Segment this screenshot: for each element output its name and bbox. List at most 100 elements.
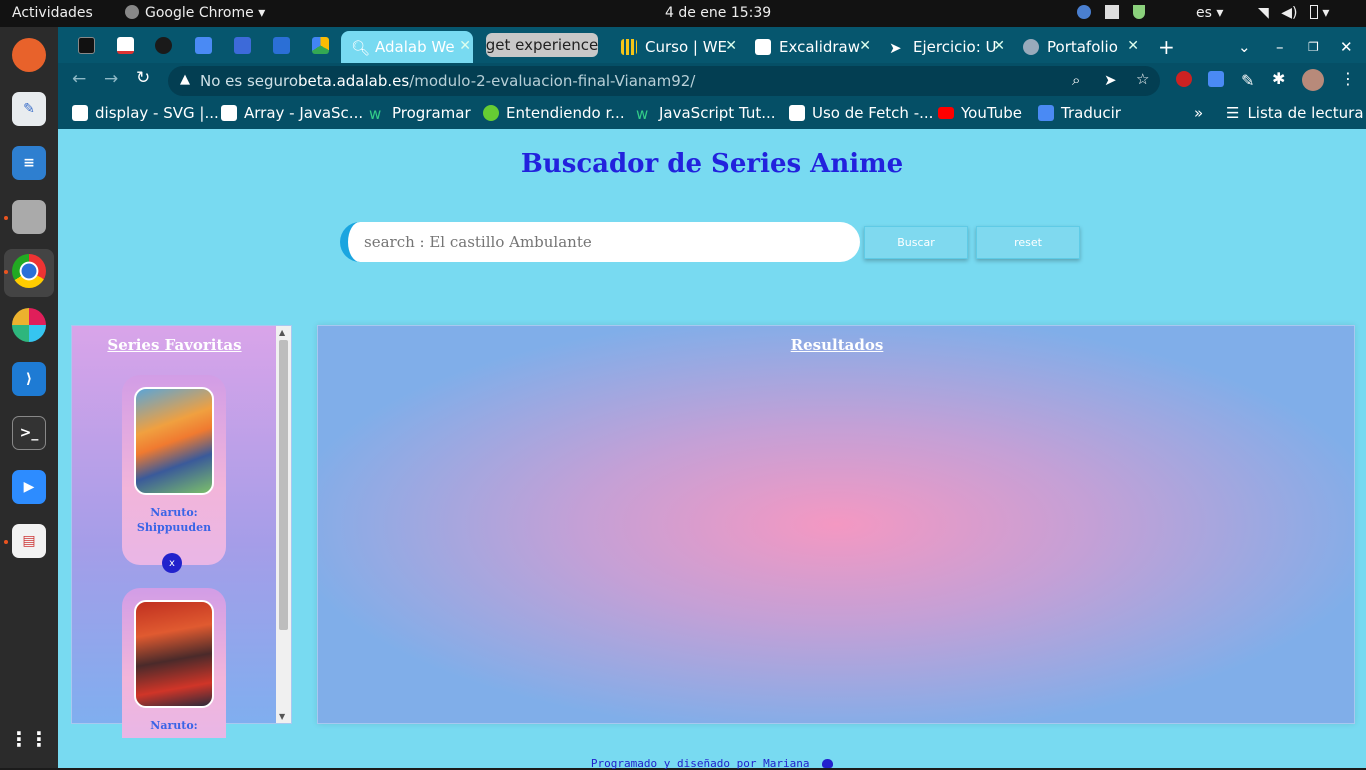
pinned-tab-angular-icon[interactable] <box>78 37 95 54</box>
activities-button[interactable]: Actividades <box>12 5 93 21</box>
search-icon: 🔍︎ <box>351 39 371 57</box>
bookmark-star-icon[interactable]: ☆ <box>1136 70 1149 88</box>
bookmark-item[interactable]: YouTube <box>938 104 1022 122</box>
eyedropper-extension-icon[interactable]: ✎ <box>1241 71 1257 90</box>
bookmark-item[interactable]: Uso de Fetch -... <box>789 104 933 122</box>
pinned-tab-translate-icon[interactable] <box>195 37 212 54</box>
bookmark-item[interactable]: Traducir <box>1038 104 1121 122</box>
chrome-icon[interactable] <box>12 254 46 288</box>
files-icon[interactable] <box>12 200 46 234</box>
pinned-tab-drive-icon[interactable] <box>312 37 329 54</box>
close-icon[interactable]: ✕ <box>459 38 471 54</box>
favorite-name: Naruto: <box>150 719 198 732</box>
adblock-extension-icon[interactable] <box>1176 71 1192 87</box>
shield-icon <box>1133 5 1145 19</box>
play-icon: ➤ <box>889 39 902 57</box>
profile-avatar[interactable] <box>1302 69 1324 91</box>
youtube-icon <box>938 107 954 119</box>
favorite-card[interactable]: Naruto: Shippuuden x <box>122 375 226 573</box>
bookmarks-bar: display - SVG |... Array - JavaSc... w Pr… <box>58 97 1366 129</box>
search-button[interactable]: Buscar <box>864 226 968 259</box>
terminal-icon[interactable]: >_ <box>12 416 46 450</box>
bookmark-item[interactable]: display - SVG |... <box>72 104 219 122</box>
forward-button[interactable]: → <box>104 69 118 89</box>
new-tab-button[interactable]: + <box>1158 31 1178 63</box>
app-menu[interactable]: Google Chrome ▾ <box>125 5 265 21</box>
battery-icon <box>1309 5 1318 19</box>
tab-curso[interactable]: Curso | WE ✕ <box>621 31 739 63</box>
text-editor-icon[interactable]: ✎ <box>12 92 46 126</box>
w3-icon: w <box>636 105 649 123</box>
favorites-panel: Series Favoritas Naruto: Shippuuden x Na… <box>71 325 292 738</box>
reading-list[interactable]: ☰ Lista de lectura <box>1226 104 1364 122</box>
language-selector[interactable]: es ▾ <box>1196 5 1223 21</box>
github-icon[interactable] <box>822 759 834 768</box>
reload-button[interactable]: ↻ <box>136 68 150 88</box>
pinned-tab-calendar-icon[interactable] <box>273 37 290 54</box>
send-icon[interactable]: ➤ <box>1104 71 1117 89</box>
reset-button[interactable]: reset <box>976 226 1080 259</box>
mdn-icon <box>789 105 805 121</box>
close-icon[interactable]: ✕ <box>859 38 871 54</box>
favorites-scrollbar[interactable]: ▲ ▼ <box>276 326 291 723</box>
wifi-icon: ◥ <box>1258 5 1269 21</box>
scrollbar-thumb[interactable] <box>279 340 288 630</box>
bookmark-item[interactable]: Entendiendo r... <box>483 104 625 122</box>
slack-icon[interactable] <box>12 308 46 342</box>
extensions-puzzle-icon[interactable]: ✱ <box>1272 69 1285 88</box>
tab-portafolio[interactable]: Portafolio ✕ <box>1023 31 1141 63</box>
pinned-tab-flag-icon[interactable] <box>234 37 251 54</box>
system-tray-icon <box>1077 5 1091 19</box>
close-icon[interactable]: ✕ <box>1127 38 1139 54</box>
clock[interactable]: 4 de ene 15:39 <box>665 5 771 21</box>
page-title: Buscador de Series Anime <box>520 149 904 179</box>
status-icons[interactable] <box>1077 5 1145 23</box>
security-label: No es seguro <box>200 72 299 90</box>
bookmark-item[interactable]: Array - JavaSc... <box>221 104 363 122</box>
tab-search-chevron-icon[interactable]: ⌄ <box>1238 31 1254 63</box>
minimize-button[interactable]: – <box>1276 31 1290 63</box>
favorite-card[interactable]: Naruto: <box>122 588 226 738</box>
tab-excalidraw[interactable]: Excalidraw ✕ <box>755 31 873 63</box>
footer-credit: Programado y diseñado por Mariana <box>590 757 810 770</box>
address-bar[interactable]: ▲ No es seguro beta.adalab.es/modulo-2-e… <box>168 66 1160 96</box>
translate-extension-icon[interactable] <box>1208 71 1224 87</box>
reading-list-icon: ☰ <box>1226 104 1240 122</box>
system-menu[interactable]: ◥ ◀) ▾ <box>1258 5 1329 21</box>
course-icon <box>621 39 637 55</box>
firefox-icon[interactable] <box>12 38 46 72</box>
pinned-tab-github-icon[interactable] <box>155 37 172 54</box>
chevron-down-icon: ▾ <box>258 5 266 21</box>
show-apps-icon[interactable]: ⋮⋮ <box>9 722 49 756</box>
page-viewport: Buscador de Series Anime Buscar reset Se… <box>58 129 1366 770</box>
tab-group-get-experience[interactable]: get experience <box>486 33 598 57</box>
tab-strip: 🔍︎ Adalab We ✕ get experience Curso | WE ✕ … <box>58 27 1366 63</box>
bookmark-item[interactable]: w JavaScript Tut... <box>636 104 776 123</box>
document-viewer-icon[interactable]: ▤ <box>12 524 46 558</box>
writer-icon[interactable]: ≡ <box>12 146 46 180</box>
bookmarks-overflow[interactable]: » <box>1194 104 1203 122</box>
bookmark-item[interactable]: w Programar <box>369 104 471 123</box>
url[interactable]: beta.adalab.es/modulo-2-evaluacion-final… <box>298 72 695 90</box>
favorite-name: Naruto: Shippuuden <box>136 506 212 534</box>
back-button[interactable]: ← <box>72 69 86 89</box>
close-icon[interactable]: ✕ <box>993 38 1005 54</box>
menu-kebab-icon[interactable]: ⋮ <box>1340 69 1356 88</box>
zoom-icon[interactable]: ▶ <box>12 470 46 504</box>
globe-icon <box>1023 39 1039 55</box>
search-input[interactable] <box>340 222 860 262</box>
results-title: Resultados <box>790 336 884 354</box>
maximize-button[interactable]: ❐ <box>1308 31 1322 63</box>
vscode-icon[interactable]: ⟩ <box>12 362 46 396</box>
close-window-button[interactable]: ✕ <box>1340 31 1354 63</box>
zoom-icon[interactable]: ⌕ <box>1072 71 1080 89</box>
favorites-title: Series Favoritas <box>107 336 242 354</box>
close-icon[interactable]: ✕ <box>725 38 737 54</box>
tab-adalab[interactable]: 🔍︎ Adalab We ✕ <box>341 31 473 63</box>
pinned-tab-gmail-icon[interactable] <box>117 37 134 54</box>
poster-image <box>134 387 214 495</box>
browser-window: 🔍︎ Adalab We ✕ get experience Curso | WE ✕ … <box>58 27 1366 770</box>
slack-tray-icon <box>1105 5 1119 19</box>
remove-favorite-button[interactable]: x <box>162 553 182 573</box>
tab-ejercicio[interactable]: ➤ Ejercicio: U ✕ <box>889 31 1007 63</box>
